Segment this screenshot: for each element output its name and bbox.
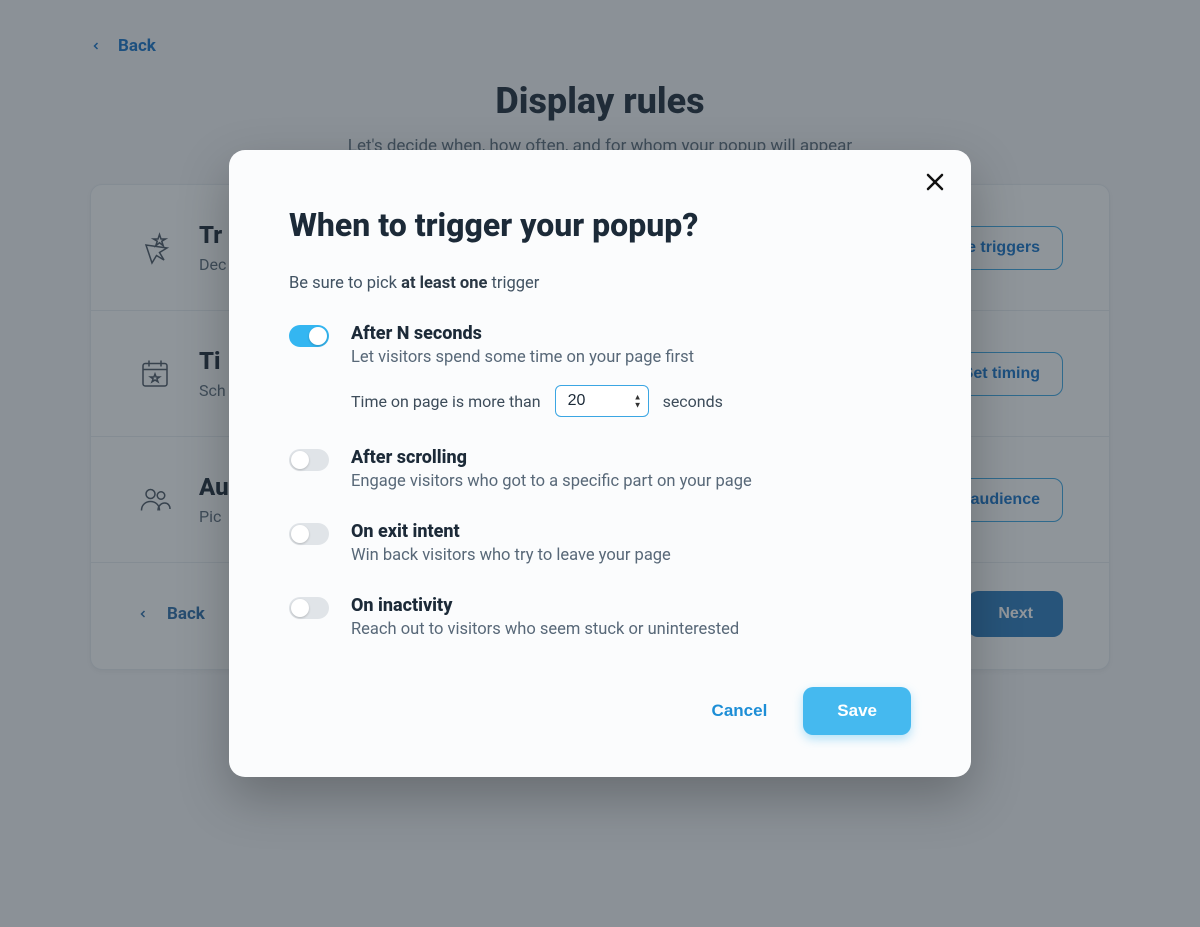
modal-subtitle-pre: Be sure to pick	[289, 274, 401, 293]
trigger-title: After scrolling	[351, 447, 911, 468]
config-pre-label: Time on page is more than	[351, 392, 541, 411]
trigger-exit-intent: On exit intent Win back visitors who try…	[289, 521, 911, 565]
modal-subtitle-post: trigger	[487, 274, 539, 293]
cancel-button[interactable]: Cancel	[704, 691, 776, 731]
save-button[interactable]: Save	[803, 687, 911, 735]
toggle-exit-intent[interactable]	[289, 523, 329, 545]
close-icon	[923, 170, 947, 194]
stepper-down-icon[interactable]: ▼	[634, 402, 642, 409]
close-button[interactable]	[923, 170, 947, 194]
trigger-title: On exit intent	[351, 521, 911, 542]
toggle-after-seconds[interactable]	[289, 325, 329, 347]
trigger-desc: Reach out to visitors who seem stuck or …	[351, 620, 911, 639]
trigger-config-row: Time on page is more than ▲ ▼ seconds	[351, 385, 911, 417]
quantity-stepper[interactable]: ▲ ▼	[634, 394, 642, 409]
seconds-input-wrap[interactable]: ▲ ▼	[555, 385, 649, 417]
modal-subtitle-bold: at least one	[401, 274, 487, 293]
modal-overlay[interactable]: When to trigger your popup? Be sure to p…	[0, 0, 1200, 927]
trigger-modal: When to trigger your popup? Be sure to p…	[229, 150, 971, 777]
config-post-label: seconds	[663, 392, 723, 411]
trigger-after-seconds: After N seconds Let visitors spend some …	[289, 323, 911, 417]
modal-subtitle: Be sure to pick at least one trigger	[289, 274, 911, 293]
trigger-title: On inactivity	[351, 595, 911, 616]
modal-actions: Cancel Save	[289, 687, 911, 735]
trigger-desc: Win back visitors who try to leave your …	[351, 546, 911, 565]
trigger-desc: Engage visitors who got to a specific pa…	[351, 472, 911, 491]
toggle-after-scrolling[interactable]	[289, 449, 329, 471]
trigger-desc: Let visitors spend some time on your pag…	[351, 348, 911, 367]
stepper-up-icon[interactable]: ▲	[634, 394, 642, 401]
toggle-inactivity[interactable]	[289, 597, 329, 619]
trigger-after-scrolling: After scrolling Engage visitors who got …	[289, 447, 911, 491]
trigger-title: After N seconds	[351, 323, 911, 344]
modal-title: When to trigger your popup?	[289, 206, 911, 244]
seconds-input[interactable]	[568, 392, 612, 410]
trigger-inactivity: On inactivity Reach out to visitors who …	[289, 595, 911, 639]
